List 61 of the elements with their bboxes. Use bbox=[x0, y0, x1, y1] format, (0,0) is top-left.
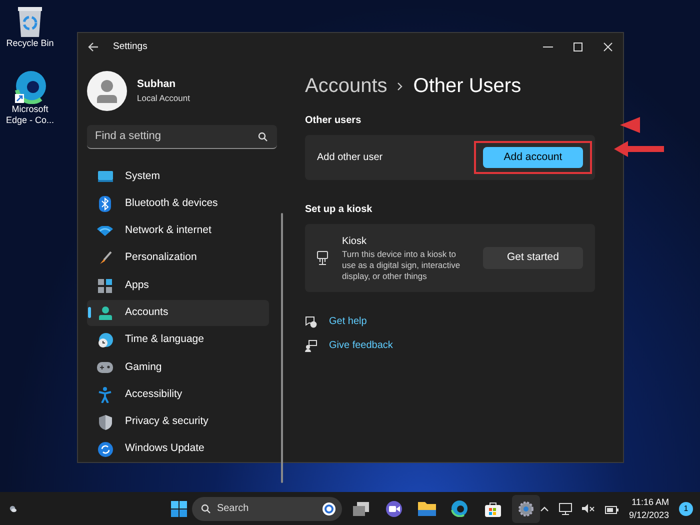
chevron-icon bbox=[397, 82, 404, 90]
chevron-up-icon[interactable] bbox=[540, 506, 549, 512]
page-title: Other Users bbox=[413, 74, 522, 99]
gear-icon[interactable] bbox=[512, 494, 540, 522]
notification-badge[interactable]: 1 bbox=[679, 502, 693, 516]
sidebar-item[interactable]: Apps bbox=[87, 272, 269, 298]
person-icon bbox=[97, 306, 113, 320]
clock-time[interactable]: 11:16 AM bbox=[632, 496, 669, 508]
feedback-person-icon bbox=[305, 340, 317, 352]
windows-logo-icon[interactable] bbox=[170, 500, 187, 516]
help-link[interactable]: Get help bbox=[329, 314, 367, 330]
chat-bubble-icon[interactable] bbox=[322, 502, 336, 516]
paintbrush-icon bbox=[97, 251, 113, 266]
sidebar-item[interactable]: Windows Update bbox=[87, 436, 269, 462]
help-link[interactable]: Give feedback bbox=[329, 338, 393, 354]
back-arrow-icon[interactable] bbox=[88, 42, 99, 52]
card-title: Add other user bbox=[317, 151, 384, 165]
accessibility-figure-icon bbox=[97, 386, 113, 403]
settings-search-field[interactable]: Find a setting bbox=[87, 124, 277, 149]
gamepad-icon bbox=[97, 362, 113, 373]
sidebar-item[interactable]: Accessibility bbox=[87, 382, 269, 408]
monitor-icon bbox=[97, 170, 113, 182]
wifi-icon bbox=[97, 226, 113, 236]
recycle-bin-icon[interactable] bbox=[17, 6, 43, 38]
sidebar-item[interactable]: Accounts bbox=[87, 300, 269, 326]
sidebar-item[interactable]: Personalization bbox=[87, 246, 269, 271]
window-title: Settings bbox=[113, 40, 148, 54]
monitor-icon[interactable] bbox=[558, 502, 572, 514]
globe-clock-icon bbox=[97, 332, 113, 348]
help-chat-icon bbox=[305, 316, 317, 328]
get-started-button[interactable]: Get started bbox=[483, 247, 583, 269]
browser-shortcut-icon[interactable] bbox=[13, 70, 47, 104]
card-title: Kiosk bbox=[342, 235, 368, 249]
sidebar-item[interactable]: Gaming bbox=[87, 354, 269, 380]
apps-grid-icon bbox=[97, 278, 113, 293]
sidebar-item[interactable]: Network & internet bbox=[87, 218, 269, 244]
account-type: Local Account bbox=[137, 92, 190, 106]
clock-date[interactable]: 9/12/2023 bbox=[628, 508, 669, 521]
taskbar-search-field[interactable]: Search bbox=[192, 496, 342, 520]
desktop-icon-label[interactable]: Recycle Bin bbox=[6, 38, 54, 49]
sidebar-item[interactable]: System bbox=[87, 164, 269, 190]
sidebar-item[interactable]: Bluetooth & devices bbox=[87, 191, 269, 216]
breadcrumb-parent[interactable]: Accounts bbox=[305, 71, 388, 101]
speaker-muted-icon[interactable] bbox=[582, 503, 595, 514]
kiosk-monitor-icon bbox=[317, 251, 328, 266]
bluetooth-icon bbox=[97, 196, 113, 212]
avatar bbox=[87, 70, 127, 111]
search-icon bbox=[200, 504, 211, 514]
sync-arrows-icon bbox=[97, 442, 113, 457]
add-account-button[interactable]: Add account bbox=[483, 146, 583, 168]
section-heading: Set up a kiosk bbox=[305, 203, 374, 217]
desktop-icon-label[interactable]: Microsoft Edge - Co... bbox=[2, 104, 58, 126]
sidebar-item[interactable]: Privacy & security bbox=[87, 409, 269, 435]
profile-name: Subhan bbox=[137, 76, 176, 92]
card-description: Turn this device into a kiosk to use as a digital sign, interactive display, or other things bbox=[342, 249, 462, 282]
battery-plug-icon[interactable] bbox=[604, 504, 619, 514]
section-heading: Other users bbox=[305, 114, 362, 128]
search-icon bbox=[258, 132, 268, 142]
scrollbar[interactable] bbox=[281, 213, 283, 483]
sidebar-item[interactable]: Time & language bbox=[87, 328, 269, 353]
shield-icon bbox=[97, 414, 113, 430]
